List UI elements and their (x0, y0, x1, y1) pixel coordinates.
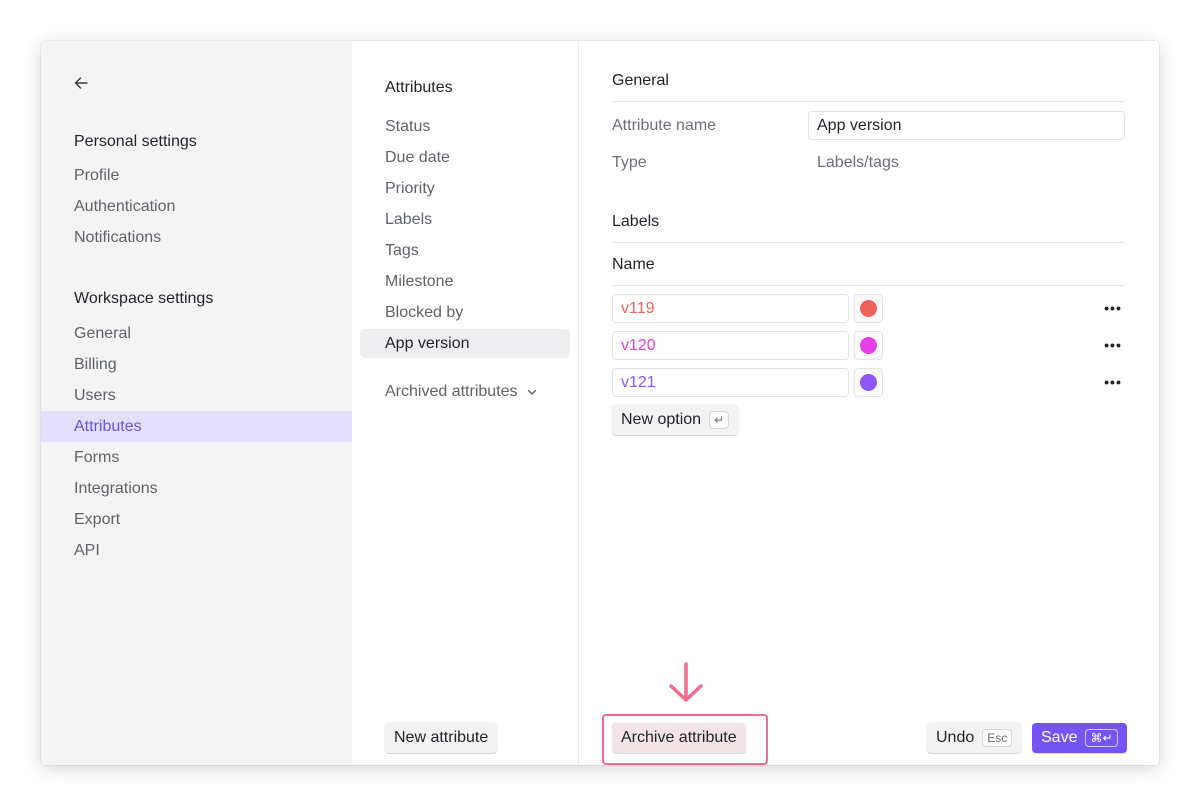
attribute-item-tags[interactable]: Tags (360, 236, 570, 265)
sidebar-item-profile[interactable]: Profile (41, 160, 352, 191)
archive-attribute-button[interactable]: Archive attribute (612, 723, 746, 753)
attributes-heading: Attributes (385, 79, 453, 96)
option-color-button[interactable] (854, 294, 883, 323)
archived-attributes-toggle[interactable]: Archived attributes (385, 383, 538, 401)
back-button[interactable] (69, 71, 93, 95)
attributes-list-panel: Attributes Status Due date Priority Labe… (352, 41, 579, 765)
color-swatch (860, 337, 877, 354)
name-header-divider (612, 285, 1125, 286)
sidebar-item-users[interactable]: Users (41, 380, 352, 411)
attribute-item-status[interactable]: Status (360, 112, 570, 141)
general-heading: General (612, 72, 669, 89)
labels-divider (612, 242, 1125, 243)
more-options-icon[interactable]: ••• (1101, 370, 1125, 394)
sidebar-item-api[interactable]: API (41, 535, 352, 566)
attribute-item-milestone[interactable]: Milestone (360, 267, 570, 296)
option-value-input[interactable] (612, 368, 849, 397)
save-shortcut-hint: ⌘↵ (1085, 729, 1118, 747)
new-attribute-label: New attribute (394, 729, 489, 746)
attribute-item-due-date[interactable]: Due date (360, 143, 570, 172)
sidebar-item-forms[interactable]: Forms (41, 442, 352, 473)
option-color-button[interactable] (854, 368, 883, 397)
new-attribute-button[interactable]: New attribute (385, 723, 498, 753)
option-color-button[interactable] (854, 331, 883, 360)
attribute-item-app-version[interactable]: App version (360, 329, 570, 358)
color-swatch (860, 300, 877, 317)
enter-key-hint: ↵ (709, 411, 730, 429)
chevron-down-icon (527, 389, 536, 395)
attribute-name-label: Attribute name (612, 117, 717, 134)
attribute-item-priority[interactable]: Priority (360, 174, 570, 203)
sidebar-item-general[interactable]: General (41, 318, 352, 349)
option-value-input[interactable] (612, 294, 849, 323)
save-button[interactable]: Save ⌘↵ (1032, 723, 1127, 753)
save-label: Save (1041, 729, 1078, 746)
more-options-icon[interactable]: ••• (1101, 296, 1125, 320)
type-label: Type (612, 154, 647, 171)
settings-sidebar: Personal settings Profile Authentication… (41, 41, 352, 765)
labels-heading: Labels (612, 213, 660, 230)
name-column-header: Name (612, 256, 655, 273)
workspace-settings-heading: Workspace settings (74, 290, 214, 307)
sidebar-item-export[interactable]: Export (41, 504, 352, 535)
attribute-detail-panel: General Attribute name Type Labels/tags … (579, 41, 1159, 765)
new-option-button[interactable]: New option ↵ (612, 405, 739, 435)
sidebar-item-authentication[interactable]: Authentication (41, 191, 352, 222)
option-row: ••• (612, 368, 1125, 398)
sidebar-item-notifications[interactable]: Notifications (41, 222, 352, 253)
more-options-icon[interactable]: ••• (1101, 333, 1125, 357)
option-value-input[interactable] (612, 331, 849, 360)
archive-attribute-label: Archive attribute (621, 729, 737, 746)
sidebar-item-integrations[interactable]: Integrations (41, 473, 352, 504)
sidebar-item-billing[interactable]: Billing (41, 349, 352, 380)
option-row: ••• (612, 294, 1125, 324)
general-divider (612, 101, 1125, 102)
attribute-name-input[interactable] (808, 111, 1125, 140)
attribute-item-blocked-by[interactable]: Blocked by (360, 298, 570, 327)
sidebar-item-attributes[interactable]: Attributes (41, 411, 352, 442)
new-option-label: New option (621, 411, 702, 428)
esc-key-hint: Esc (982, 729, 1013, 747)
attribute-item-labels[interactable]: Labels (360, 205, 570, 234)
archived-attributes-label: Archived attributes (385, 383, 518, 400)
undo-button[interactable]: Undo Esc (927, 723, 1022, 753)
personal-settings-heading: Personal settings (74, 133, 197, 150)
option-row: ••• (612, 331, 1125, 361)
color-swatch (860, 374, 877, 391)
type-value: Labels/tags (817, 154, 899, 171)
undo-label: Undo (936, 729, 975, 746)
arrow-left-icon (74, 77, 88, 89)
settings-window: Personal settings Profile Authentication… (41, 41, 1159, 765)
